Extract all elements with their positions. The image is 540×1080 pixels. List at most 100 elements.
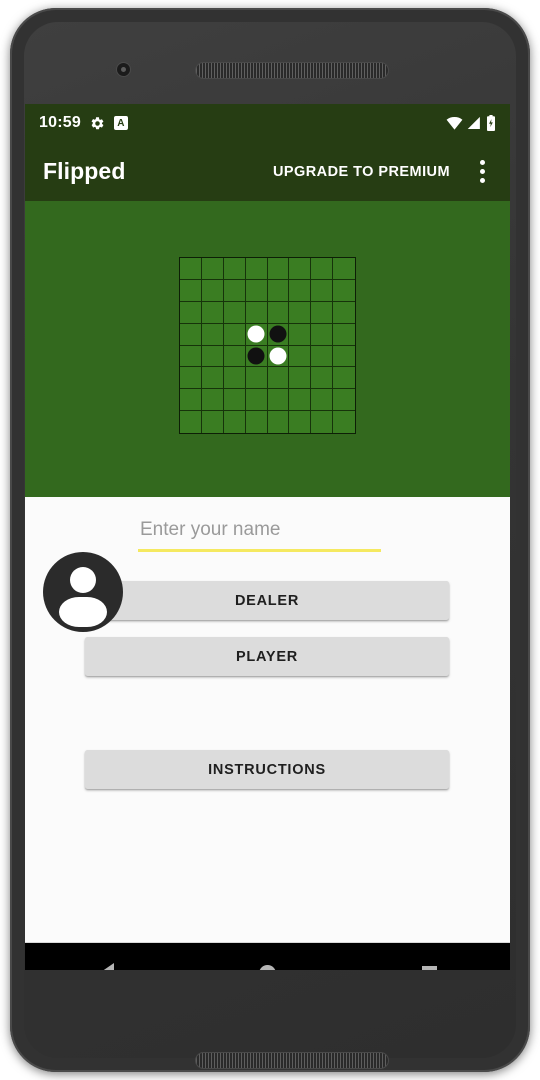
board-cell[interactable] xyxy=(289,323,312,346)
board-cell[interactable] xyxy=(289,301,312,324)
board-cell[interactable] xyxy=(333,389,355,412)
board-cell[interactable] xyxy=(224,411,246,433)
upgrade-to-premium-button[interactable]: UPGRADE TO PREMIUM xyxy=(267,156,456,188)
board-cell[interactable] xyxy=(311,389,334,412)
board-cell[interactable] xyxy=(289,411,312,433)
board-cell[interactable] xyxy=(267,345,290,368)
board-cell[interactable] xyxy=(245,323,268,346)
board-cell[interactable] xyxy=(333,324,355,346)
board-cell[interactable] xyxy=(333,258,355,280)
more-vertical-icon[interactable] xyxy=(464,150,500,194)
board-cell[interactable] xyxy=(201,258,224,280)
page-title: Flipped xyxy=(43,158,126,184)
board-cell[interactable] xyxy=(180,345,202,368)
recents-square-icon[interactable] xyxy=(389,943,469,970)
board-cell[interactable] xyxy=(201,367,224,390)
board-cell[interactable] xyxy=(289,345,312,368)
status-bar-right xyxy=(446,115,496,131)
othello-board[interactable] xyxy=(179,257,356,434)
board-cell[interactable] xyxy=(223,345,246,368)
status-bar-left: 10:59 A xyxy=(39,114,128,132)
board-cell[interactable] xyxy=(289,279,312,302)
board-cell[interactable] xyxy=(311,345,334,368)
white-disc xyxy=(269,347,287,365)
phone-screen: 10:59 A Flipped UPGRADE TO PREMIUM Enter… xyxy=(25,104,510,970)
board-cell[interactable] xyxy=(223,367,246,390)
board-cell[interactable] xyxy=(289,367,312,390)
board-cell[interactable] xyxy=(201,279,224,302)
gear-icon xyxy=(90,116,105,131)
board-cell[interactable] xyxy=(245,389,268,412)
board-cell[interactable] xyxy=(267,279,290,302)
board-cell[interactable] xyxy=(223,279,246,302)
board-cell[interactable] xyxy=(180,301,202,324)
person-avatar-icon[interactable] xyxy=(43,552,123,632)
board-cell[interactable] xyxy=(311,323,334,346)
bottom-speaker-icon xyxy=(196,1053,388,1068)
earpiece-speaker-icon xyxy=(196,63,388,78)
board-cell[interactable] xyxy=(268,411,290,433)
board-cell[interactable] xyxy=(333,346,355,368)
board-cell[interactable] xyxy=(245,279,268,302)
avatar-head xyxy=(70,567,96,593)
app-badge-icon: A xyxy=(113,116,128,130)
board-cell[interactable] xyxy=(202,411,224,433)
board-cell[interactable] xyxy=(180,411,202,433)
board-cell[interactable] xyxy=(267,323,290,346)
board-cell[interactable] xyxy=(223,389,246,412)
board-cell[interactable] xyxy=(223,301,246,324)
black-disc xyxy=(247,347,265,365)
white-disc xyxy=(247,325,265,343)
name-input-underline xyxy=(138,549,381,552)
board-cell[interactable] xyxy=(333,280,355,302)
board-cell[interactable] xyxy=(180,258,202,280)
board-cell[interactable] xyxy=(180,367,202,390)
board-cell[interactable] xyxy=(333,302,355,324)
board-cell[interactable] xyxy=(180,389,202,412)
board-cell[interactable] xyxy=(289,258,312,280)
player-button[interactable]: PLAYER xyxy=(85,637,449,676)
board-cell[interactable] xyxy=(223,258,246,280)
app-bar: Flipped UPGRADE TO PREMIUM xyxy=(25,142,510,201)
board-cell[interactable] xyxy=(267,389,290,412)
black-disc xyxy=(269,325,287,343)
board-cell[interactable] xyxy=(311,258,334,280)
name-field-wrapper xyxy=(138,513,381,552)
board-cell[interactable] xyxy=(201,389,224,412)
board-cell[interactable] xyxy=(311,301,334,324)
status-clock: 10:59 xyxy=(39,114,81,131)
front-camera-icon xyxy=(117,63,130,76)
name-input[interactable] xyxy=(138,513,381,549)
board-cell[interactable] xyxy=(245,258,268,280)
board-cell[interactable] xyxy=(201,345,224,368)
board-cell[interactable] xyxy=(201,301,224,324)
board-cell[interactable] xyxy=(246,411,268,433)
battery-icon xyxy=(486,115,496,131)
dealer-button[interactable]: DEALER xyxy=(85,581,449,620)
board-cell[interactable] xyxy=(180,323,202,346)
status-bar: 10:59 A xyxy=(25,104,510,142)
board-cell[interactable] xyxy=(333,367,355,390)
wifi-icon xyxy=(446,116,463,130)
android-navigation-bar xyxy=(25,942,510,970)
board-cell[interactable] xyxy=(289,389,312,412)
board-cell[interactable] xyxy=(267,367,290,390)
instructions-button[interactable]: INSTRUCTIONS xyxy=(85,750,449,789)
board-cell[interactable] xyxy=(267,258,290,280)
board-cell[interactable] xyxy=(311,411,334,433)
cellular-signal-icon xyxy=(467,116,482,130)
board-cell[interactable] xyxy=(223,323,246,346)
board-cell[interactable] xyxy=(267,301,290,324)
avatar-body xyxy=(59,597,107,627)
board-cell[interactable] xyxy=(333,411,355,433)
board-cell[interactable] xyxy=(311,367,334,390)
board-cell[interactable] xyxy=(180,279,202,302)
board-cell[interactable] xyxy=(245,301,268,324)
home-circle-icon[interactable] xyxy=(227,943,307,970)
board-cell[interactable] xyxy=(311,279,334,302)
board-cell[interactable] xyxy=(201,323,224,346)
back-triangle-icon[interactable] xyxy=(66,943,146,970)
board-cell[interactable] xyxy=(245,345,268,368)
game-preview-area xyxy=(25,201,510,497)
board-cell[interactable] xyxy=(245,367,268,390)
